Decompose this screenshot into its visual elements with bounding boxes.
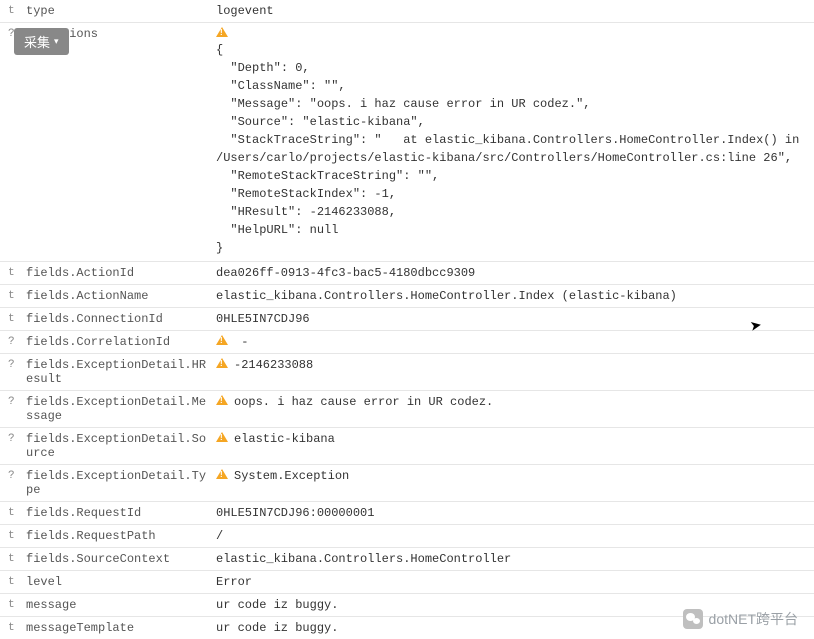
table-row: ?fields.ExceptionDetail.Message oops. i h… — [0, 390, 814, 427]
field-value-text: elastic-kibana — [234, 432, 335, 446]
table-row: tfields.RequestId0HLE5IN7CDJ96:00000001 — [0, 501, 814, 524]
field-key: fields.SourceContext — [26, 552, 216, 566]
field-value-text: -2146233088 — [234, 358, 313, 372]
field-value-text: { "Depth": 0, "ClassName": "", "Message"… — [216, 43, 807, 255]
field-value-text: 0HLE5IN7CDJ96:00000001 — [216, 506, 374, 520]
field-value: logevent — [216, 4, 806, 18]
field-type: t — [8, 312, 26, 325]
table-row: ?fields.ExceptionDetail.HResult -21462330… — [0, 353, 814, 390]
field-value: Error — [216, 575, 806, 589]
field-value: dea026ff-0913-4fc3-bac5-4180dbcc9309 — [216, 266, 806, 280]
field-key: fields.ExceptionDetail.Source — [26, 432, 216, 460]
watermark: dotNET跨平台 — [683, 609, 798, 629]
warning-icon — [216, 432, 228, 442]
field-value: - — [216, 335, 806, 349]
watermark-text: dotNET跨平台 — [709, 609, 798, 629]
warning-icon — [216, 395, 228, 405]
table-row: tfields.ActionNameelastic_kibana.Control… — [0, 284, 814, 307]
warning-icon — [216, 335, 228, 345]
table-row: ?fields.CorrelationId - — [0, 330, 814, 353]
field-key: fields.ExceptionDetail.Type — [26, 469, 216, 497]
field-value-text: - — [234, 335, 248, 349]
field-type: t — [8, 598, 26, 611]
table-row: ttypelogevent — [0, 0, 814, 22]
field-value-text: dea026ff-0913-4fc3-bac5-4180dbcc9309 — [216, 266, 475, 280]
mouse-cursor-icon: ➤ — [749, 317, 764, 336]
field-type: t — [8, 506, 26, 519]
field-type: ? — [8, 395, 26, 408]
field-value: oops. i haz cause error in UR codez. — [216, 395, 806, 409]
field-key: messageTemplate — [26, 621, 216, 635]
field-key: fields.CorrelationId — [26, 335, 216, 349]
field-type: ? — [8, 358, 26, 371]
field-type: ? — [8, 469, 26, 482]
field-value-text: elastic_kibana.Controllers.HomeControlle… — [216, 289, 677, 303]
warning-icon — [216, 27, 228, 37]
field-value: { "Depth": 0, "ClassName": "", "Message"… — [216, 27, 806, 257]
field-key: fields.ExceptionDetail.Message — [26, 395, 216, 423]
table-row: tfields.ConnectionId0HLE5IN7CDJ96 — [0, 307, 814, 330]
field-value-text: logevent — [216, 4, 274, 18]
field-type: ? — [8, 335, 26, 348]
field-key: fields.RequestPath — [26, 529, 216, 543]
table-row: tfields.SourceContextelastic_kibana.Cont… — [0, 547, 814, 570]
field-value-text: Error — [216, 575, 252, 589]
field-value: elastic_kibana.Controllers.HomeControlle… — [216, 552, 806, 566]
field-type: t — [8, 289, 26, 302]
field-value: / — [216, 529, 806, 543]
field-value-text: 0HLE5IN7CDJ96 — [216, 312, 310, 326]
field-value-text: / — [216, 529, 223, 543]
field-key: fields.ConnectionId — [26, 312, 216, 326]
field-value: 0HLE5IN7CDJ96 — [216, 312, 806, 326]
field-value-text: ur code iz buggy. — [216, 598, 338, 612]
field-type: t — [8, 575, 26, 588]
field-type: ? — [8, 432, 26, 445]
field-value-text: elastic_kibana.Controllers.HomeControlle… — [216, 552, 511, 566]
field-value: elastic-kibana — [216, 432, 806, 446]
table-row: tfields.RequestPath/ — [0, 524, 814, 547]
table-row: ?fields.ExceptionDetail.Type System.Excep… — [0, 464, 814, 501]
field-value-text: System.Exception — [234, 469, 349, 483]
table-row: tfields.ActionIddea026ff-0913-4fc3-bac5-… — [0, 261, 814, 284]
warning-icon — [216, 469, 228, 479]
field-key: fields.ExceptionDetail.HResult — [26, 358, 216, 386]
field-value: 0HLE5IN7CDJ96:00000001 — [216, 506, 806, 520]
table-row: ?exceptions{ "Depth": 0, "ClassName": ""… — [0, 22, 814, 261]
field-key: level — [26, 575, 216, 589]
field-key: fields.ActionName — [26, 289, 216, 303]
doc-fields-table: ttypelogevent?exceptions{ "Depth": 0, "C… — [0, 0, 814, 639]
field-key: fields.RequestId — [26, 506, 216, 520]
field-key: type — [26, 4, 216, 18]
wechat-icon — [683, 609, 703, 629]
field-type: t — [8, 552, 26, 565]
collect-button[interactable]: 采集 ▾ — [14, 28, 69, 55]
field-type: t — [8, 4, 26, 17]
field-type: t — [8, 529, 26, 542]
field-type: t — [8, 266, 26, 279]
field-type: t — [8, 621, 26, 634]
chevron-down-icon: ▾ — [54, 36, 59, 47]
field-value: System.Exception — [216, 469, 806, 483]
table-row: ?fields.ExceptionDetail.Source elastic-ki… — [0, 427, 814, 464]
field-value-text: oops. i haz cause error in UR codez. — [234, 395, 493, 409]
field-value: elastic_kibana.Controllers.HomeControlle… — [216, 289, 806, 303]
field-value-text: ur code iz buggy. — [216, 621, 338, 635]
field-key: message — [26, 598, 216, 612]
field-key: fields.ActionId — [26, 266, 216, 280]
collect-label: 采集 — [24, 32, 50, 51]
table-row: tlevelError — [0, 570, 814, 593]
warning-icon — [216, 358, 228, 368]
field-value: -2146233088 — [216, 358, 806, 372]
